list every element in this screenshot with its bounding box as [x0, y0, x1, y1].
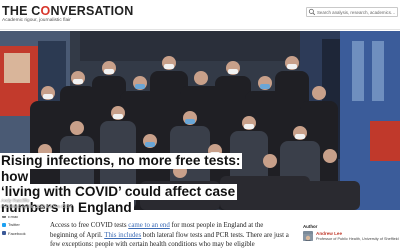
byline-author[interactable]: Andy Ratcliffe	[1, 198, 72, 203]
share-facebook-button[interactable]: Facebook	[0, 229, 34, 238]
site-tagline: Academic rigour, journalistic flair	[2, 18, 71, 23]
facebook-icon	[2, 231, 6, 236]
byline: Andy Ratcliffe Published: April 8, 2022 …	[1, 198, 72, 209]
search-icon[interactable]	[308, 8, 316, 16]
author-section: Author Andrew Lee Professor of Public He…	[303, 224, 400, 245]
article-body: Access to free COVID tests came to an en…	[50, 222, 289, 249]
share-twitter-button[interactable]: Twitter	[0, 221, 34, 230]
site-header: THE CONVERSATION Academic rigour, journa…	[0, 0, 400, 30]
search-box[interactable]	[306, 7, 398, 17]
search-input[interactable]	[317, 8, 397, 16]
share-sidebar: Email Twitter Facebook	[0, 212, 34, 238]
site-logo[interactable]: THE CONVERSATION	[2, 4, 133, 18]
published-date: Published: April 8, 2022 8.27am CEST	[1, 204, 73, 209]
twitter-icon	[2, 222, 6, 227]
author-role: Professor of Public Health, University o…	[316, 236, 399, 241]
author-name[interactable]: Andrew Lee	[316, 231, 342, 236]
body-link[interactable]: This includes	[104, 232, 141, 239]
avatar-image	[303, 234, 313, 241]
avatar[interactable]	[303, 231, 313, 241]
author-heading: Author	[303, 224, 318, 229]
headline-line: Rising infections, no more free tests: h…	[0, 153, 243, 185]
author-card[interactable]: Andrew Lee Professor of Public Health, U…	[303, 231, 400, 245]
body-link[interactable]: came to an end	[128, 222, 170, 229]
